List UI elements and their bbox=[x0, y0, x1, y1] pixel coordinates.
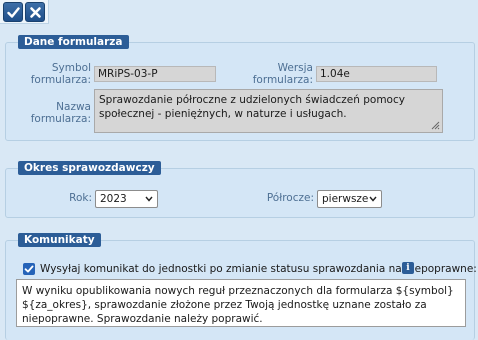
period-section: Okres sprawozdawczy Rok: 2023 Półrocze: … bbox=[5, 161, 475, 218]
form-data-legend: Dane formularza bbox=[18, 35, 129, 49]
half-label: Półrocze: bbox=[266, 192, 314, 204]
half-select-value: pierwsze bbox=[322, 193, 369, 205]
version-field[interactable]: 1.04e bbox=[316, 66, 437, 82]
year-select-value: 2023 bbox=[100, 193, 127, 205]
year-select[interactable]: 2023 bbox=[95, 190, 158, 208]
symbol-field[interactable]: MRiPS-03-P bbox=[94, 66, 216, 82]
resize-grip-icon[interactable] bbox=[431, 121, 440, 130]
version-label-line2: formularza: bbox=[252, 74, 313, 86]
version-label: Wersja formularza: bbox=[246, 62, 313, 86]
messages-legend: Komunikaty bbox=[18, 233, 101, 247]
check-icon bbox=[24, 265, 34, 273]
symbol-label-line2: formularza: bbox=[30, 74, 91, 86]
message-textarea[interactable]: W wyniku opublikowania nowych reguł prze… bbox=[16, 279, 466, 327]
close-icon bbox=[30, 7, 41, 18]
info-icon[interactable]: i bbox=[402, 262, 414, 274]
version-label-line1: Wersja bbox=[277, 62, 313, 74]
form-data-section: Dane formularza Symbol formularza: MRiPS… bbox=[5, 35, 475, 141]
cancel-button[interactable] bbox=[25, 2, 45, 22]
message-textarea-text: W wyniku opublikowania nowych reguł prze… bbox=[22, 285, 454, 325]
period-legend: Okres sprawozdawczy bbox=[18, 161, 161, 175]
name-label-line1: Nazwa bbox=[56, 101, 91, 113]
name-textarea-text: Sprawozdanie półroczne z udzielonych świ… bbox=[99, 94, 405, 120]
name-textarea[interactable]: Sprawozdanie półroczne z udzielonych świ… bbox=[94, 89, 443, 133]
save-button[interactable] bbox=[3, 2, 23, 22]
half-select[interactable]: pierwsze bbox=[317, 190, 382, 208]
symbol-label-line1: Symbol bbox=[51, 62, 91, 74]
name-label-line2: formularza: bbox=[30, 113, 91, 125]
chevron-down-icon bbox=[369, 196, 377, 202]
send-message-checkbox[interactable] bbox=[23, 263, 35, 275]
year-label: Rok: bbox=[69, 192, 92, 204]
symbol-label: Symbol formularza: bbox=[24, 62, 91, 86]
chevron-down-icon bbox=[145, 196, 153, 202]
toolbar bbox=[0, 0, 49, 24]
name-label: Nazwa formularza: bbox=[24, 101, 91, 125]
check-icon bbox=[7, 7, 20, 18]
messages-section: Komunikaty Wysyłaj komunikat do jednostk… bbox=[5, 233, 477, 340]
